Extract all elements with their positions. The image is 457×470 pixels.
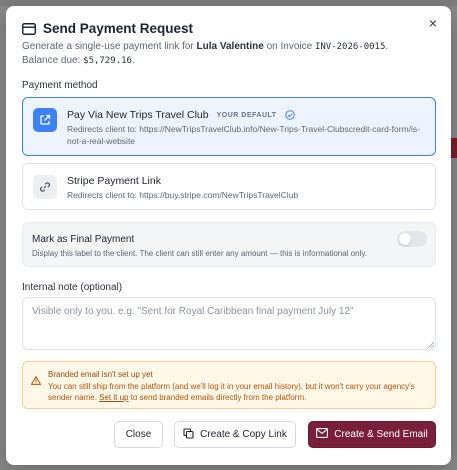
mail-icon: [316, 428, 329, 441]
subtitle-suffix: .: [131, 55, 135, 66]
final-payment-title: Mark as Final Payment: [32, 234, 135, 245]
option-title: Pay Via New Trips Travel Club: [67, 109, 209, 121]
link-icon: [33, 175, 57, 199]
external-link-icon: [33, 108, 57, 132]
internal-note-label: Internal note (optional): [22, 282, 123, 293]
dialog-title: Send Payment Request: [43, 21, 194, 36]
toggle-knob: [399, 233, 411, 245]
warning-title: Branded email isn't set up yet: [48, 370, 153, 379]
option-title-row: Pay Via New Trips Travel Club YOUR DEFAU…: [67, 109, 295, 121]
payment-option-new-trips[interactable]: Pay Via New Trips Travel Club YOUR DEFAU…: [22, 97, 436, 156]
create-send-email-button[interactable]: Create & Send Email: [308, 421, 436, 448]
credit-card-icon: [22, 22, 36, 35]
balance-due: $5,729.16: [83, 56, 132, 66]
final-payment-box: Mark as Final Payment Display this label…: [22, 222, 436, 267]
close-button-label: Close: [125, 429, 152, 440]
backdrop-accent-bar: [451, 138, 457, 158]
warning-body: You can still ship from the platform (an…: [48, 381, 433, 403]
client-name: Lula Valentine: [196, 41, 264, 52]
close-icon[interactable]: ×: [425, 15, 441, 31]
subtitle-prefix: Generate a single-use payment link for: [22, 41, 197, 52]
invoice-number: INV-2026-0015: [314, 42, 386, 52]
warning-triangle-icon: [30, 372, 42, 390]
send-payment-request-dialog: × Send Payment Request Generate a single…: [6, 6, 451, 465]
branded-email-warning: Branded email isn't set up yet You can s…: [22, 361, 436, 409]
payment-method-label: Payment method: [22, 80, 98, 91]
final-payment-toggle[interactable]: [397, 231, 427, 247]
create-copy-link-button[interactable]: Create & Copy Link: [174, 421, 296, 448]
copy-icon: [183, 427, 194, 442]
option-description: Redirects client to: https://buy.stripe.…: [67, 190, 299, 200]
payment-option-stripe[interactable]: Stripe Payment Link Redirects client to:…: [22, 163, 436, 210]
warning-text-after: to send branded emails directly from the…: [128, 393, 307, 402]
subtitle-middle: on Invoice: [263, 41, 315, 52]
copy-button-label: Create & Copy Link: [200, 429, 287, 440]
dialog-header: Send Payment Request: [22, 21, 193, 36]
close-button[interactable]: Close: [114, 421, 163, 448]
option-title: Stripe Payment Link: [67, 175, 161, 187]
internal-note-input[interactable]: [22, 297, 436, 350]
resize-grip-icon[interactable]: [428, 342, 434, 348]
dialog-subtitle: Generate a single-use payment link for L…: [22, 40, 427, 68]
option-title-row: Stripe Payment Link: [67, 175, 161, 187]
final-payment-description: Display this label to the client. The cl…: [32, 249, 367, 258]
send-button-label: Create & Send Email: [334, 429, 428, 440]
setup-link[interactable]: Set it up: [99, 393, 128, 402]
option-description: Redirects client to: https://NewTripsTra…: [67, 124, 420, 146]
check-circle-icon: [284, 110, 295, 120]
default-badge: YOUR DEFAULT: [216, 111, 277, 119]
